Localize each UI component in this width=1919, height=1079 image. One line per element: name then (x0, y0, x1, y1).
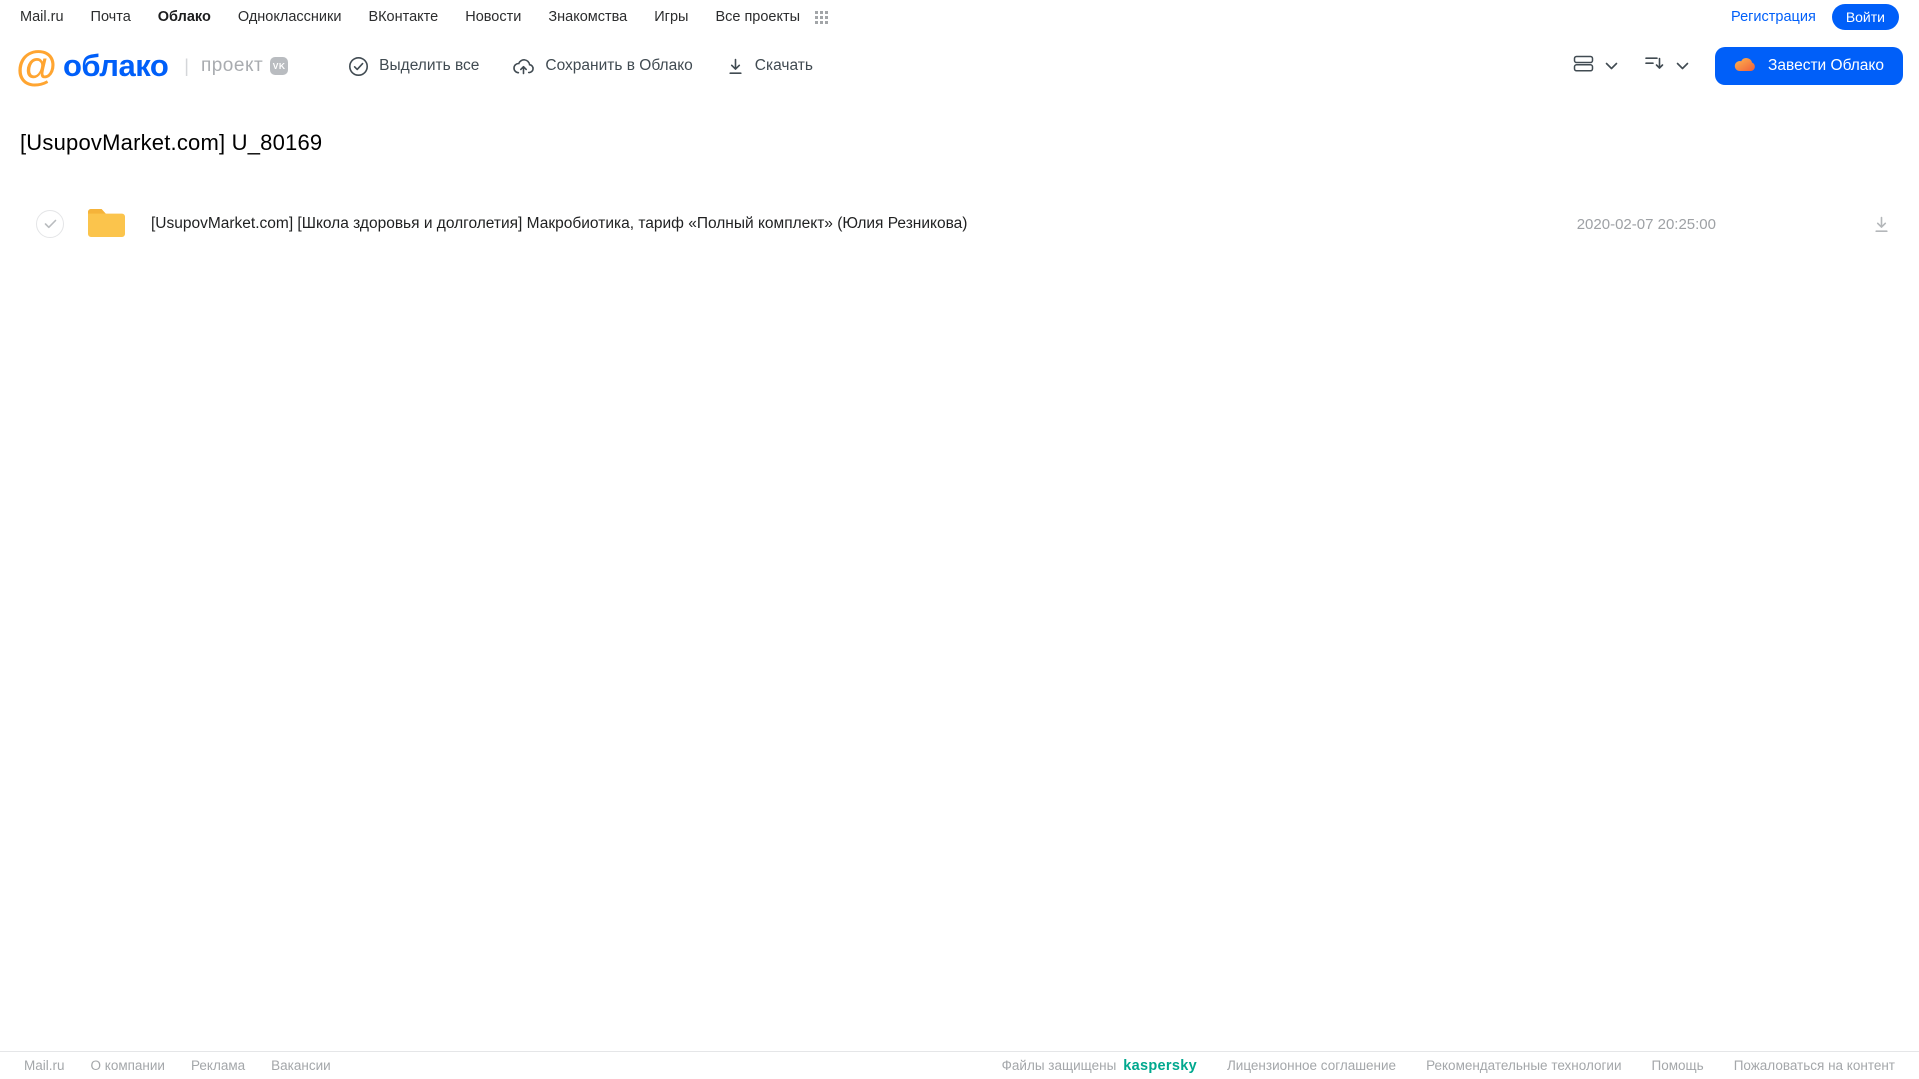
cloud-icon (1734, 56, 1757, 77)
row-download-icon[interactable] (1872, 215, 1891, 234)
registration-link[interactable]: Регистрация (1731, 9, 1816, 25)
topbar-link-vkontakte[interactable]: ВКонтакте (368, 9, 438, 25)
save-to-cloud-button[interactable]: Сохранить в Облако (512, 56, 693, 76)
view-mode-icon (1573, 55, 1594, 77)
header: @ облако | проект VK Выделить все Сохран… (0, 34, 1919, 98)
create-cloud-label: Завести Облако (1768, 57, 1884, 74)
file-name-link[interactable]: [UsupovMarket.com] [Школа здоровья и дол… (151, 215, 967, 233)
topbar-link-mailru[interactable]: Mail.ru (20, 9, 64, 25)
topbar-link-igry[interactable]: Игры (654, 9, 688, 25)
topbar-link-vse-proekty[interactable]: Все проекты (715, 9, 800, 25)
header-right-controls: Завести Облако (1573, 47, 1903, 85)
kaspersky-protection: Файлы защищены kaspersky (1002, 1058, 1197, 1074)
protected-label: Файлы защищены (1001, 1058, 1117, 1073)
login-button[interactable]: Войти (1831, 4, 1899, 30)
download-icon (726, 57, 745, 76)
topbar-link-novosti[interactable]: Новости (465, 9, 521, 25)
check-icon (44, 219, 56, 229)
chevron-down-icon (1605, 57, 1618, 75)
logo-divider: | (184, 55, 189, 76)
footer: Mail.ru О компании Реклама Вакансии Файл… (0, 1051, 1919, 1079)
folder-icon[interactable] (86, 205, 127, 244)
sort-control[interactable] (1644, 55, 1689, 77)
cloud-upload-icon (512, 56, 535, 76)
download-button[interactable]: Скачать (726, 57, 813, 76)
sort-icon (1644, 55, 1665, 77)
topbar-link-znakomstva[interactable]: Знакомства (548, 9, 627, 25)
footer-link-report-content[interactable]: Пожаловаться на контент (1734, 1058, 1895, 1073)
cloud-logo[interactable]: @ облако | проект VK (16, 42, 289, 89)
page-title: [UsupovMarket.com] U_80169 (20, 130, 323, 155)
main-content: [UsupovMarket.com] U_80169 [UsupovMarket… (0, 130, 1919, 246)
file-date: 2020-02-07 20:25:00 (1576, 215, 1716, 233)
view-mode-control[interactable] (1573, 55, 1618, 77)
footer-right-links: Файлы защищены kaspersky Лицензионное со… (1002, 1058, 1895, 1074)
download-label: Скачать (754, 57, 813, 74)
topbar-link-oblako[interactable]: Облако (158, 9, 211, 25)
footer-link-vakansii[interactable]: Вакансии (271, 1058, 331, 1073)
save-to-cloud-label: Сохранить в Облако (545, 57, 693, 74)
select-all-button[interactable]: Выделить все (348, 56, 479, 77)
apps-grid-icon[interactable] (815, 10, 829, 24)
logo-text: облако (62, 48, 169, 83)
footer-link-mailru[interactable]: Mail.ru (24, 1058, 65, 1073)
check-circle-icon (348, 56, 369, 77)
footer-link-help[interactable]: Помощь (1652, 1058, 1704, 1073)
topbar-link-odnoklassniki[interactable]: Одноклассники (238, 9, 342, 25)
topbar-links: Mail.ru Почта Облако Одноклассники ВКонт… (20, 9, 829, 25)
topbar-link-pochta[interactable]: Почта (91, 9, 131, 25)
topbar-right: Регистрация Войти (1731, 4, 1899, 30)
project-label: проект VK (201, 55, 289, 77)
footer-link-license[interactable]: Лицензионное соглашение (1227, 1058, 1396, 1073)
footer-left-links: Mail.ru О компании Реклама Вакансии (24, 1058, 331, 1073)
file-row[interactable]: [UsupovMarket.com] [Школа здоровья и дол… (20, 202, 1919, 246)
topbar: Mail.ru Почта Облако Одноклассники ВКонт… (0, 0, 1919, 34)
footer-link-recommendations[interactable]: Рекомендательные технологии (1426, 1058, 1621, 1073)
kaspersky-logo: kaspersky (1123, 1057, 1197, 1074)
create-cloud-button[interactable]: Завести Облако (1715, 47, 1903, 85)
footer-link-reklama[interactable]: Реклама (191, 1058, 245, 1073)
row-checkbox[interactable] (36, 210, 64, 238)
vk-badge-icon: VK (270, 57, 289, 75)
footer-link-company[interactable]: О компании (91, 1058, 165, 1073)
select-all-label: Выделить все (379, 57, 480, 74)
toolbar: Выделить все Сохранить в Облако Скачать (348, 56, 813, 77)
chevron-down-icon (1676, 57, 1689, 75)
mailru-at-icon: @ (16, 42, 57, 89)
